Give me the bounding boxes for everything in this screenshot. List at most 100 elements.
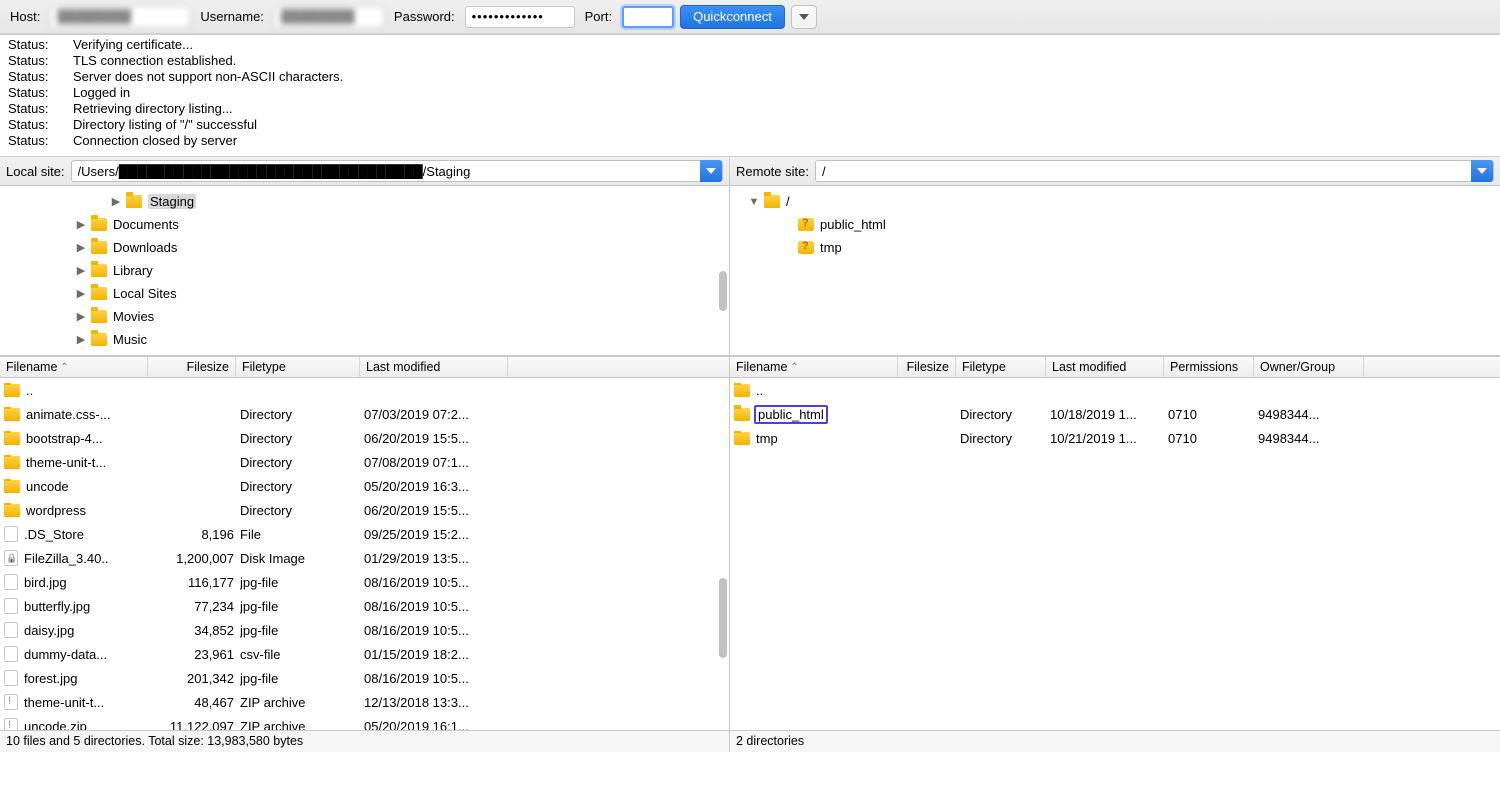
scrollbar-thumb[interactable]: [719, 271, 727, 311]
folder-icon: [4, 480, 20, 493]
log-label: Status:: [8, 37, 73, 53]
local-site-combo[interactable]: /Users/█████████████████████████████████…: [71, 160, 723, 182]
column-filename[interactable]: Filename: [730, 357, 898, 377]
folder-icon: [91, 218, 107, 231]
file-size: 11,122,097: [152, 719, 240, 731]
file-row[interactable]: animate.css-...Directory07/03/2019 07:2.…: [0, 402, 729, 426]
port-input[interactable]: [622, 6, 674, 28]
file-row[interactable]: butterfly.jpg77,234jpg-file08/16/2019 10…: [0, 594, 729, 618]
tree-node[interactable]: Music: [0, 328, 729, 351]
column-last-modified[interactable]: Last modified: [360, 357, 508, 377]
column-permissions[interactable]: Permissions: [1164, 357, 1254, 377]
tree-node[interactable]: tmp: [730, 236, 1500, 259]
file-row[interactable]: .DS_Store8,196File09/25/2019 15:2...: [0, 522, 729, 546]
remote-site-combo[interactable]: /: [815, 160, 1494, 182]
file-modified: 01/15/2019 18:2...: [364, 647, 512, 662]
file-icon: [4, 598, 18, 614]
tree-node[interactable]: Documents: [0, 213, 729, 236]
file-row[interactable]: forest.jpg201,342jpg-file08/16/2019 10:5…: [0, 666, 729, 690]
disclosure-triangle-icon[interactable]: [75, 218, 87, 231]
file-modified: 06/20/2019 15:5...: [364, 431, 512, 446]
file-modified: 08/16/2019 10:5...: [364, 623, 512, 638]
tree-node-label: Documents: [113, 217, 179, 232]
file-name: daisy.jpg: [24, 623, 74, 638]
scrollbar-thumb[interactable]: [719, 578, 727, 658]
host-input[interactable]: [50, 6, 190, 28]
local-file-list[interactable]: ..animate.css-...Directory07/03/2019 07:…: [0, 378, 730, 730]
folder-icon: [734, 384, 750, 397]
quickconnect-bar: Host: Username: Password: Port: Quickcon…: [0, 0, 1500, 34]
log-text: Logged in: [73, 85, 130, 101]
disclosure-triangle-icon[interactable]: [75, 241, 87, 254]
file-name: .DS_Store: [24, 527, 84, 542]
tree-node[interactable]: Local Sites: [0, 282, 729, 305]
file-name: bird.jpg: [24, 575, 67, 590]
file-name: butterfly.jpg: [24, 599, 90, 614]
file-row[interactable]: wordpressDirectory06/20/2019 15:5...: [0, 498, 729, 522]
log-text: Directory listing of "/" successful: [73, 117, 257, 133]
file-row[interactable]: dummy-data...23,961csv-file01/15/2019 18…: [0, 642, 729, 666]
folder-icon: [91, 264, 107, 277]
column-filetype[interactable]: Filetype: [956, 357, 1046, 377]
file-row[interactable]: ..: [730, 378, 1500, 402]
disclosure-triangle-icon[interactable]: [110, 195, 122, 208]
tree-node[interactable]: Library: [0, 259, 729, 282]
file-size: 201,342: [152, 671, 240, 686]
file-modified: 08/16/2019 10:5...: [364, 671, 512, 686]
tree-node-label: public_html: [820, 217, 886, 232]
file-row[interactable]: bird.jpg116,177jpg-file08/16/2019 10:5..…: [0, 570, 729, 594]
tree-node-label: Music: [113, 332, 147, 347]
file-name: FileZilla_3.40..: [24, 551, 109, 566]
disclosure-triangle-icon[interactable]: [75, 264, 87, 277]
column-filesize[interactable]: Filesize: [898, 357, 956, 377]
disk-image-file-icon: [4, 550, 18, 566]
tree-node[interactable]: Movies: [0, 305, 729, 328]
column-filetype[interactable]: Filetype: [236, 357, 360, 377]
file-row[interactable]: theme-unit-t...Directory07/08/2019 07:1.…: [0, 450, 729, 474]
password-label: Password:: [390, 9, 459, 24]
folder-icon: [91, 333, 107, 346]
file-row[interactable]: tmpDirectory10/21/2019 1...07109498344..…: [730, 426, 1500, 450]
file-size: 8,196: [152, 527, 240, 542]
tree-node[interactable]: public_html: [730, 213, 1500, 236]
host-label: Host:: [6, 9, 44, 24]
file-row[interactable]: theme-unit-t...48,467ZIP archive12/13/20…: [0, 690, 729, 714]
password-input[interactable]: [465, 6, 575, 28]
username-input[interactable]: [274, 6, 384, 28]
file-modified: 10/18/2019 1...: [1050, 407, 1168, 422]
file-row[interactable]: bootstrap-4...Directory06/20/2019 15:5..…: [0, 426, 729, 450]
remote-status-bar: 2 directories: [730, 731, 1500, 752]
column-filename[interactable]: Filename: [0, 357, 148, 377]
disclosure-triangle-icon[interactable]: [75, 333, 87, 346]
quickconnect-history-button[interactable]: [791, 5, 817, 29]
folder-icon: [4, 432, 20, 445]
disclosure-triangle-icon[interactable]: [75, 310, 87, 323]
tree-node[interactable]: Downloads: [0, 236, 729, 259]
remote-site-dropdown-icon[interactable]: [1471, 160, 1493, 182]
column-owner-group[interactable]: Owner/Group: [1254, 357, 1364, 377]
file-name: wordpress: [26, 503, 86, 518]
remote-directory-tree[interactable]: / public_htmltmp: [730, 186, 1500, 356]
file-name: theme-unit-t...: [26, 455, 106, 470]
local-directory-tree[interactable]: Staging Documents DownloadsLibrary Local Si…: [0, 186, 730, 356]
tree-node-label: Local Sites: [113, 286, 177, 301]
column-last-modified[interactable]: Last modified: [1046, 357, 1164, 377]
tree-node[interactable]: Staging: [0, 190, 729, 213]
file-row[interactable]: public_htmlDirectory10/18/2019 1...07109…: [730, 402, 1500, 426]
disclosure-triangle-icon[interactable]: [75, 287, 87, 300]
tree-node-label: tmp: [820, 240, 842, 255]
column-filesize[interactable]: Filesize: [148, 357, 236, 377]
log-label: Status:: [8, 69, 73, 85]
file-row[interactable]: uncode.zip11,122,097ZIP archive05/20/201…: [0, 714, 729, 730]
file-row[interactable]: ..: [0, 378, 729, 402]
file-row[interactable]: FileZilla_3.40..1,200,007Disk Image01/29…: [0, 546, 729, 570]
folder-icon: [126, 195, 142, 208]
file-row[interactable]: daisy.jpg34,852jpg-file08/16/2019 10:5..…: [0, 618, 729, 642]
remote-file-list[interactable]: ..public_htmlDirectory10/18/2019 1...071…: [730, 378, 1500, 730]
local-site-dropdown-icon[interactable]: [700, 160, 722, 182]
file-row[interactable]: uncodeDirectory05/20/2019 16:3...: [0, 474, 729, 498]
tree-node[interactable]: /: [730, 190, 1500, 213]
quickconnect-button[interactable]: Quickconnect: [680, 5, 785, 29]
disclosure-triangle-icon[interactable]: [748, 196, 760, 208]
log-text: Verifying certificate...: [73, 37, 193, 53]
